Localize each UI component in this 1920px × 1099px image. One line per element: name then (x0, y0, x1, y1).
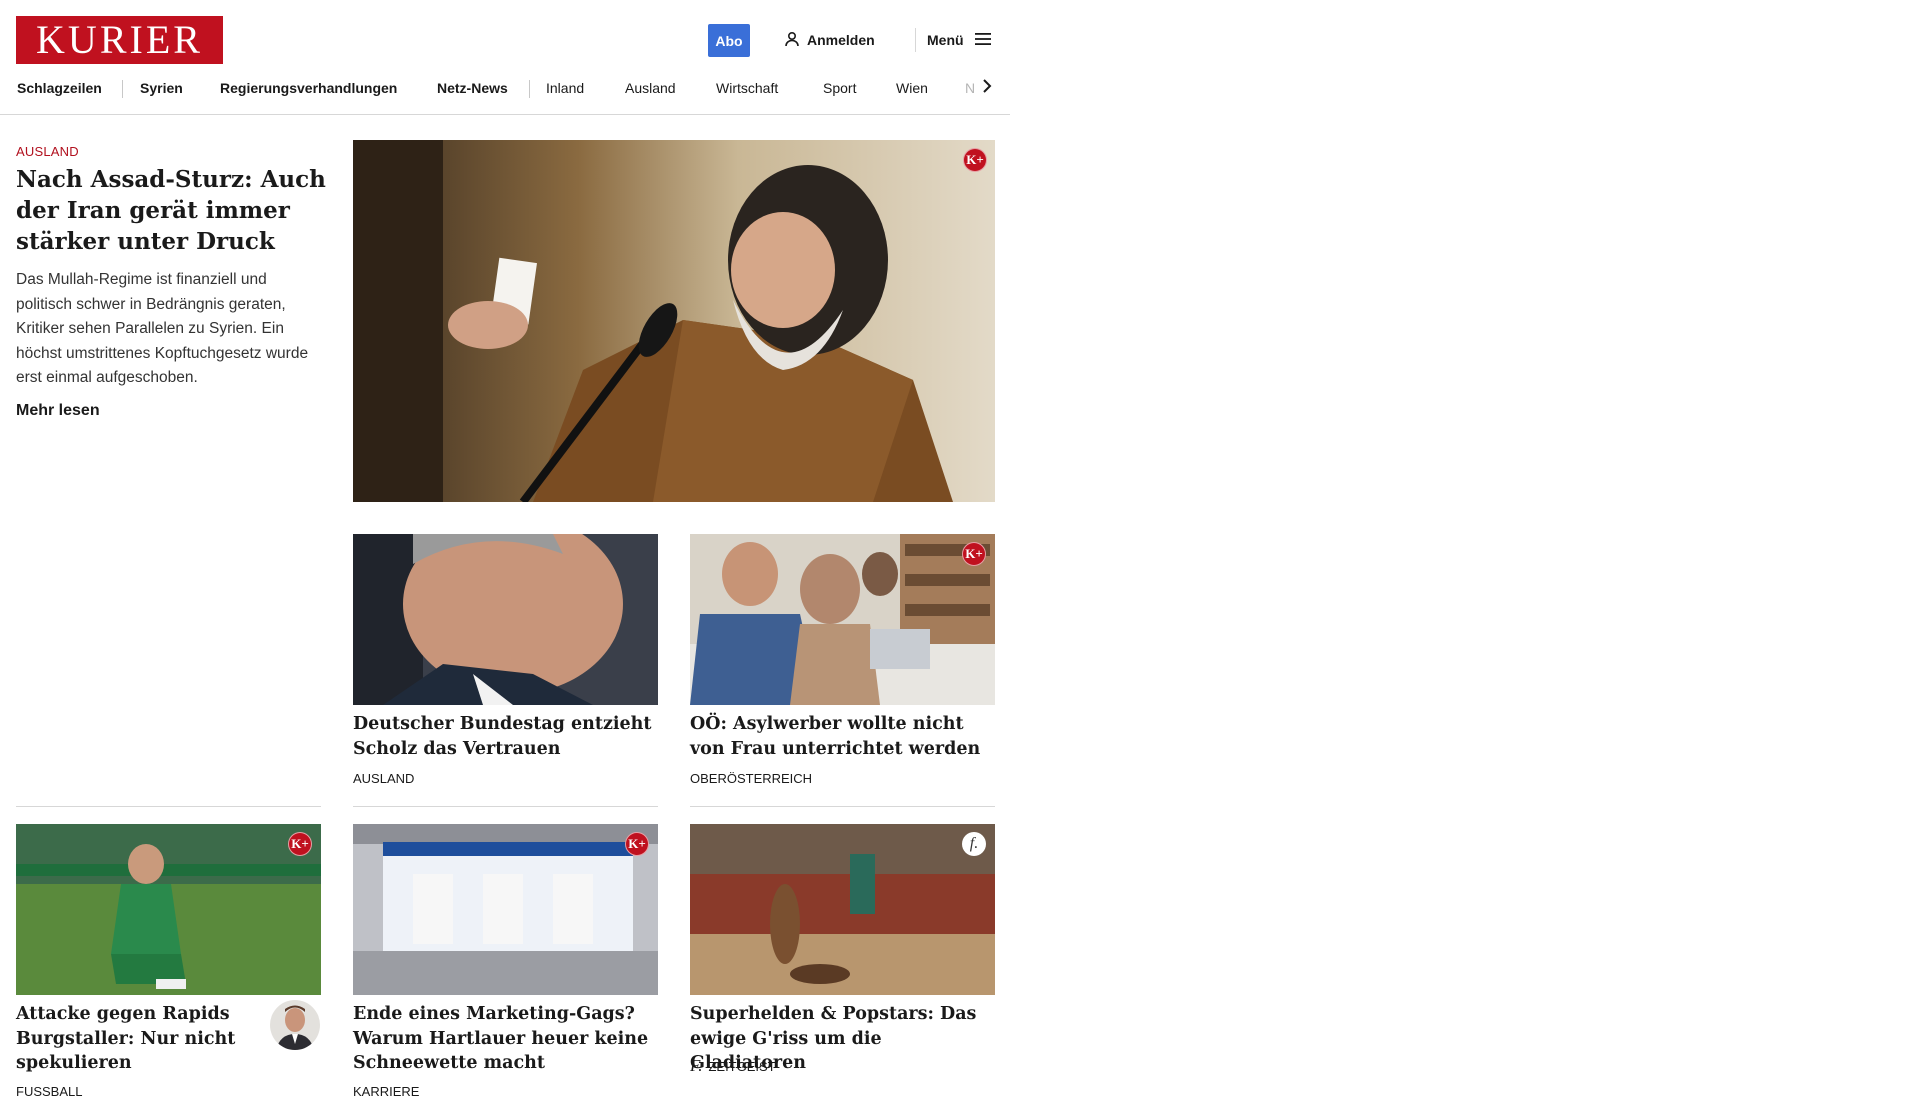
divider (690, 806, 995, 807)
kplus-badge-icon: K+ (625, 832, 649, 856)
lead-teaser: Das Mullah-Regime ist finanziell und pol… (16, 271, 309, 386)
article-category[interactable]: KARRIERE (353, 1084, 419, 1099)
lead-kicker: AUSLAND (16, 144, 79, 159)
topic-nav: Schlagzeilen Syrien Regierungsverhandlun… (0, 73, 1000, 103)
divider (353, 806, 658, 807)
nav-item-regierungsverhandlungen[interactable]: Regierungsverhandlungen (220, 73, 397, 103)
article-image[interactable] (353, 534, 658, 705)
hamburger-icon (974, 32, 992, 49)
chevron-right-icon (982, 78, 992, 99)
menu-label: Menü (927, 32, 964, 48)
category-label: ZEITGEIST (708, 1058, 776, 1074)
lead-image[interactable]: K+ (353, 140, 995, 502)
login-label: Anmelden (807, 32, 875, 48)
nav-item-ausland[interactable]: Ausland (625, 73, 676, 103)
article-category[interactable]: OBERÖSTERREICH (690, 771, 812, 786)
nav-item-netz-news[interactable]: Netz-News (437, 73, 508, 103)
article-image[interactable]: f. (690, 824, 995, 995)
kplus-badge-icon: K+ (288, 832, 312, 856)
zeitgeist-icon: f. (690, 1056, 703, 1075)
header-divider (915, 28, 916, 52)
kplus-badge-icon: K+ (963, 148, 987, 172)
lead-title[interactable]: Nach Assad-Sturz: Auch der Iran gerät im… (16, 164, 326, 257)
read-more-link[interactable]: Mehr lesen (16, 402, 100, 420)
article-category[interactable]: f. ZEITGEIST (690, 1056, 776, 1076)
author-avatar (270, 1000, 320, 1050)
nav-item-wirtschaft[interactable]: Wirtschaft (716, 73, 778, 103)
kplus-badge-icon: K+ (962, 542, 986, 566)
nav-scroll-button[interactable] (974, 73, 1000, 103)
nav-divider (529, 80, 530, 98)
nav-item-schlagzeilen[interactable]: Schlagzeilen (17, 73, 102, 103)
abo-button[interactable]: Abo (708, 24, 750, 57)
kurier-logo[interactable]: KURIER (16, 16, 223, 64)
user-icon (784, 31, 800, 50)
article-image[interactable]: K+ (690, 534, 995, 705)
article-category[interactable]: FUSSBALL (16, 1084, 82, 1099)
article-title[interactable]: Ende eines Marketing-Gags? Warum Hartlau… (353, 1002, 658, 1076)
nav-item-sport[interactable]: Sport (823, 73, 856, 103)
article-image[interactable]: K+ (353, 824, 658, 995)
article-title[interactable]: OÖ: Asylwerber wollte nicht von Frau unt… (690, 712, 995, 761)
article-category[interactable]: AUSLAND (353, 771, 414, 786)
zeitgeist-badge-icon: f. (962, 832, 986, 856)
nav-divider (122, 80, 123, 98)
site-header: KURIER Abo Anmelden Menü Schlagzeilen Sy… (0, 0, 1010, 115)
menu-button[interactable]: Menü (927, 28, 992, 52)
divider (16, 806, 321, 807)
nav-item-wien[interactable]: Wien (896, 73, 928, 103)
nav-item-inland[interactable]: Inland (546, 73, 584, 103)
article-image[interactable]: K+ (16, 824, 321, 995)
article-title[interactable]: Deutscher Bundestag entzieht Scholz das … (353, 712, 653, 761)
article-title[interactable]: Attacke gegen Rapids Burgstaller: Nur ni… (16, 1002, 256, 1076)
page: KURIER Abo Anmelden Menü Schlagzeilen Sy… (0, 0, 1010, 1099)
login-button[interactable]: Anmelden (784, 28, 875, 52)
nav-item-syrien[interactable]: Syrien (140, 73, 183, 103)
